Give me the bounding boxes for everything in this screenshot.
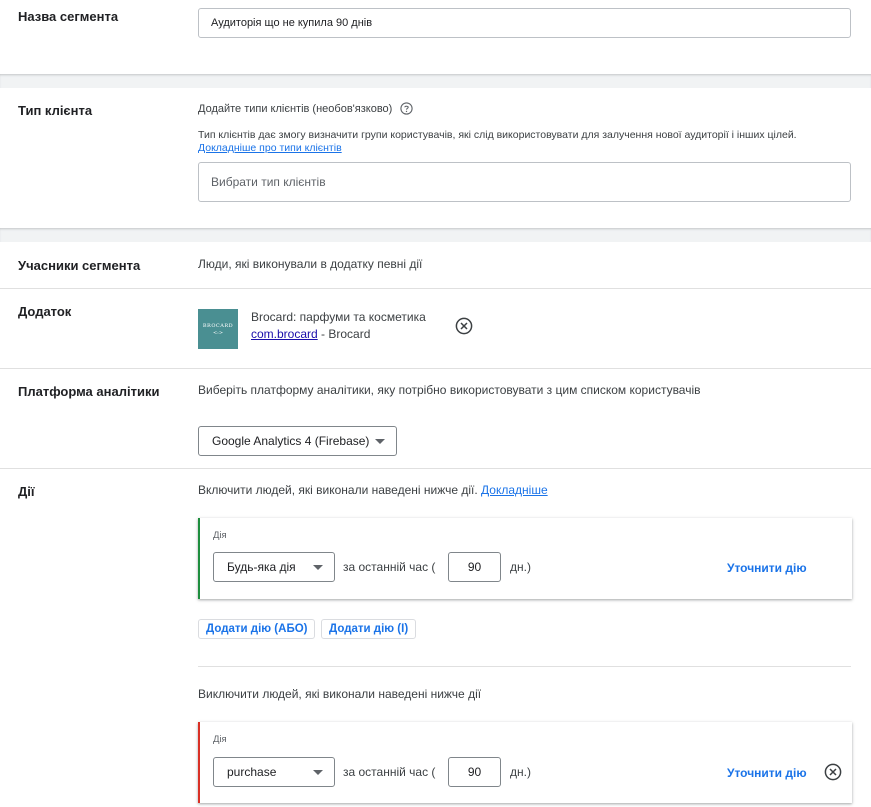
app-logo-mark: <:> [212, 329, 224, 336]
segment-members-value: Люди, які виконували в додатку певні дії [198, 257, 423, 271]
exclude-actions-text: Виключити людей, які виконали наведені н… [198, 687, 482, 701]
remove-action-icon[interactable] [824, 763, 842, 781]
analytics-platform-description: Виберіть платформу аналітики, яку потріб… [198, 383, 701, 397]
analytics-platform-label: Платформа аналітики [18, 384, 160, 399]
exclude-days-suffix: дн.) [510, 765, 531, 779]
exclude-action-prefix: за останній час ( [343, 765, 436, 779]
customer-type-description: Тип клієнтів дає змогу визначити групи к… [198, 129, 797, 141]
add-action-or-button[interactable]: Додати дію (АБО) [198, 619, 316, 639]
exclude-refine-action-button[interactable]: Уточнити дію [727, 766, 807, 780]
segment-name-label: Назва сегмента [18, 9, 119, 24]
customer-type-select[interactable]: Вибрати тип клієнтів [198, 162, 851, 202]
include-refine-action-button[interactable]: Уточнити дію [727, 561, 807, 575]
segment-name-input[interactable]: Аудиторія що не купила 90 днів [198, 8, 851, 38]
divider [0, 288, 871, 289]
help-icon[interactable] [400, 102, 413, 115]
actions-label: Дії [18, 484, 35, 499]
section-separator [0, 74, 871, 88]
remove-app-icon[interactable] [455, 317, 473, 335]
include-actions-text: Включити людей, які виконали наведені ни… [198, 483, 478, 497]
customer-type-label: Тип клієнта [18, 103, 93, 118]
app-developer: - Brocard [317, 327, 371, 341]
customer-type-heading-text: Додайте типи клієнтів (необов'язково) [198, 102, 393, 115]
exclude-action-card: Дія purchase за останній час ( 90 дн.) У… [198, 722, 852, 803]
exclude-days-input[interactable]: 90 [448, 757, 501, 787]
exclude-action-dropdown[interactable]: purchase [213, 757, 335, 787]
analytics-platform-selected: Google Analytics 4 (Firebase) [212, 434, 370, 448]
include-days-input[interactable]: 90 [448, 552, 501, 582]
add-action-and-button[interactable]: Додати дію (І) [321, 619, 417, 639]
customer-type-heading: Додайте типи клієнтів (необов'язково) [198, 102, 413, 115]
divider [0, 368, 871, 369]
app-package-line: com.brocard - Brocard [251, 327, 370, 341]
include-days-suffix: дн.) [510, 560, 531, 574]
exclude-action-field-label: Дія [213, 734, 227, 745]
chevron-down-icon [375, 439, 385, 444]
app-package-link[interactable]: com.brocard [251, 327, 318, 341]
divider [198, 666, 851, 667]
include-action-prefix: за останній час ( [343, 560, 436, 574]
section-separator-2 [0, 228, 871, 242]
include-learn-more-link[interactable]: Докладніше [481, 483, 548, 497]
app-name: Brocard: парфуми та косметика [251, 310, 426, 324]
segment-members-label: Учасники сегмента [18, 258, 141, 273]
include-actions-line: Включити людей, які виконали наведені ни… [198, 483, 548, 497]
chevron-down-icon [313, 770, 323, 775]
include-action-selected: Будь-яка дія [227, 560, 296, 574]
analytics-platform-dropdown[interactable]: Google Analytics 4 (Firebase) [198, 426, 397, 456]
app-logo-text: BROCARD [202, 322, 234, 329]
include-action-field-label: Дія [213, 530, 227, 541]
divider [0, 468, 871, 469]
app-logo: BROCARD <:> [198, 309, 238, 349]
customer-type-learn-more-link[interactable]: Докладніше про типи клієнтів [198, 142, 342, 154]
include-action-card: Дія Будь-яка дія за останній час ( 90 дн… [198, 518, 852, 599]
app-label: Додаток [18, 304, 72, 319]
chevron-down-icon [313, 565, 323, 570]
include-action-dropdown[interactable]: Будь-яка дія [213, 552, 335, 582]
exclude-action-selected: purchase [227, 765, 277, 779]
